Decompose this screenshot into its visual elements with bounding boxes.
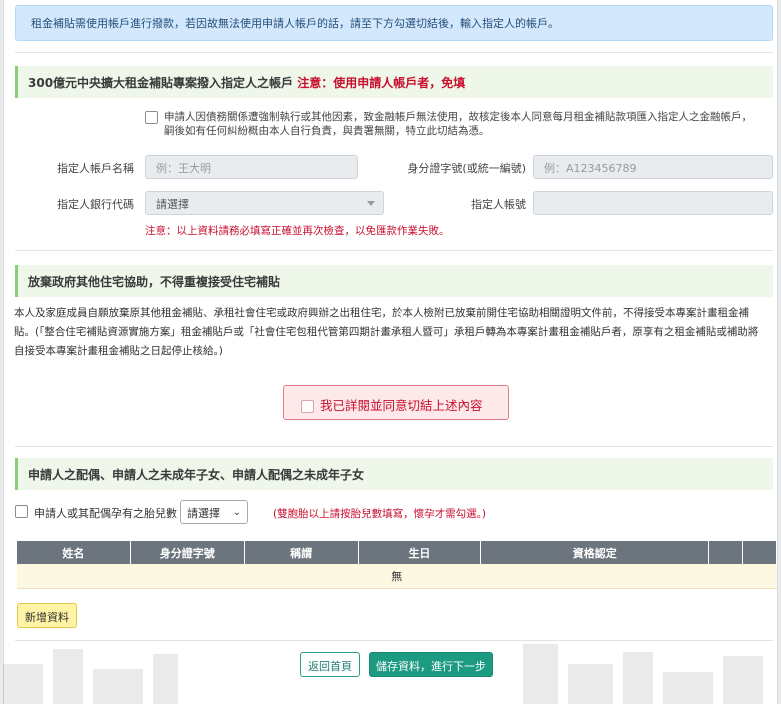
table-header-row: 姓名 身分證字號 稱謂 生日 資格認定 [17, 541, 778, 564]
dropdown-arrow-icon [367, 201, 375, 206]
consent-line-1: 申請人因債務關係遭強制執行或其他因素，致金融帳戶無法使用，故核定後本人同意每月租… [164, 111, 752, 123]
designee-section-warning: 注意：使用申請人帳戶者，免填 [297, 76, 466, 90]
main-panel: 租金補貼需使用帳戶進行撥款，若因故無法使用申請人帳戶的話，請至下方勾選切結後，輸… [3, 0, 778, 704]
waiver-line-1: 本人及家庭成員自願放棄原其他租金補貼、承租社會住宅或政府興辦之出租住宅，於本人檢… [14, 307, 749, 319]
consent-line-2: 嗣後如有任何糾紛概由本人自行負責，與貴署無關，特立此切結為憑。 [164, 125, 490, 137]
agree-label: 我已詳閱並同意切結上述內容 [320, 398, 483, 413]
pregnant-label: 申請人或其配偶孕有之胎兒數 [34, 507, 177, 520]
account-number-label: 指定人帳號 [471, 198, 526, 211]
col-name: 姓名 [17, 541, 131, 564]
account-name-placeholder: 例：王大明 [156, 162, 211, 175]
account-number-input[interactable] [533, 191, 773, 215]
fetus-count-select[interactable]: 請選擇 ⌄ [180, 500, 248, 524]
account-name-label: 指定人帳戶名稱 [57, 162, 134, 175]
agree-waiver-button[interactable]: 我已詳閱並同意切結上述內容 [283, 385, 509, 420]
skyline-background [3, 644, 763, 704]
designee-section-title: 300億元中央擴大租金補貼專案撥入指定人之帳戶 [28, 76, 294, 90]
col-action-2 [742, 541, 778, 564]
bank-code-value: 請選擇 [156, 198, 189, 211]
divider [15, 446, 773, 447]
pregnant-checkbox[interactable] [15, 505, 28, 518]
designee-note: 注意：以上資料請務必填寫正確並再次檢查，以免匯款作業失敗。 [145, 225, 450, 237]
id-number-placeholder: 例：A123456789 [544, 162, 637, 175]
account-name-input[interactable]: 例：王大明 [145, 155, 358, 179]
col-birthday: 生日 [358, 541, 482, 564]
designee-consent-text: 申請人因債務關係遭強制執行或其他因素，致金融帳戶無法使用，故核定後本人同意每月租… [164, 110, 752, 138]
col-title: 稱謂 [244, 541, 359, 564]
col-eligibility: 資格認定 [480, 541, 710, 564]
chevron-down-icon: ⌄ [232, 507, 241, 518]
divider [15, 250, 773, 251]
pregnant-hint: (雙胞胎以上請按胎兒數填寫，懷孕才需勾選。) [273, 508, 486, 520]
family-table: 姓名 身分證字號 稱謂 生日 資格認定 無 [17, 541, 778, 589]
table-row: 無 [17, 564, 777, 589]
info-alert: 租金補貼需使用帳戶進行撥款，若因故無法使用申請人帳戶的話，請至下方勾選切結後，輸… [15, 5, 773, 41]
col-id: 身分證字號 [130, 541, 245, 564]
waiver-section-header: 放棄政府其他住宅協助，不得重複接受住宅補貼 [15, 265, 773, 297]
waiver-section-title: 放棄政府其他住宅協助，不得重複接受住宅補貼 [28, 275, 281, 289]
waiver-line-2: 貼。(「整合住宅補貼資源實施方案」租金補貼戶或「社會住宅包租代管第四期計畫承租人… [14, 326, 759, 338]
family-section-header: 申請人之配偶、申請人之未成年子女、申請人配偶之未成年子女 [15, 458, 773, 490]
family-section-title: 申請人之配偶、申請人之未成年子女、申請人配偶之未成年子女 [28, 468, 365, 482]
waiver-line-3: 自接受本專案計畫租金補貼之日起停止核給。) [14, 345, 223, 357]
col-action-1 [708, 541, 743, 564]
designee-consent-checkbox[interactable] [145, 111, 158, 124]
agree-checkbox[interactable] [301, 400, 314, 413]
bank-code-label: 指定人銀行代碼 [57, 198, 134, 211]
fetus-count-value: 請選擇 [187, 507, 220, 520]
id-number-label: 身分證字號(或統一編號) [407, 162, 526, 175]
waiver-paragraph: 本人及家庭成員自願放棄原其他租金補貼、承租社會住宅或政府興辦之出租住宅，於本人檢… [14, 304, 774, 361]
designee-section-header: 300億元中央擴大租金補貼專案撥入指定人之帳戶 注意：使用申請人帳戶者，免填 [15, 66, 773, 98]
empty-row-text: 無 [17, 564, 777, 589]
divider [15, 52, 773, 53]
id-number-input[interactable]: 例：A123456789 [533, 155, 773, 179]
bank-code-select[interactable]: 請選擇 [145, 191, 384, 215]
info-alert-text: 租金補貼需使用帳戶進行撥款，若因故無法使用申請人帳戶的話，請至下方勾選切結後，輸… [31, 17, 559, 30]
add-record-button[interactable]: 新增資料 [17, 603, 77, 628]
